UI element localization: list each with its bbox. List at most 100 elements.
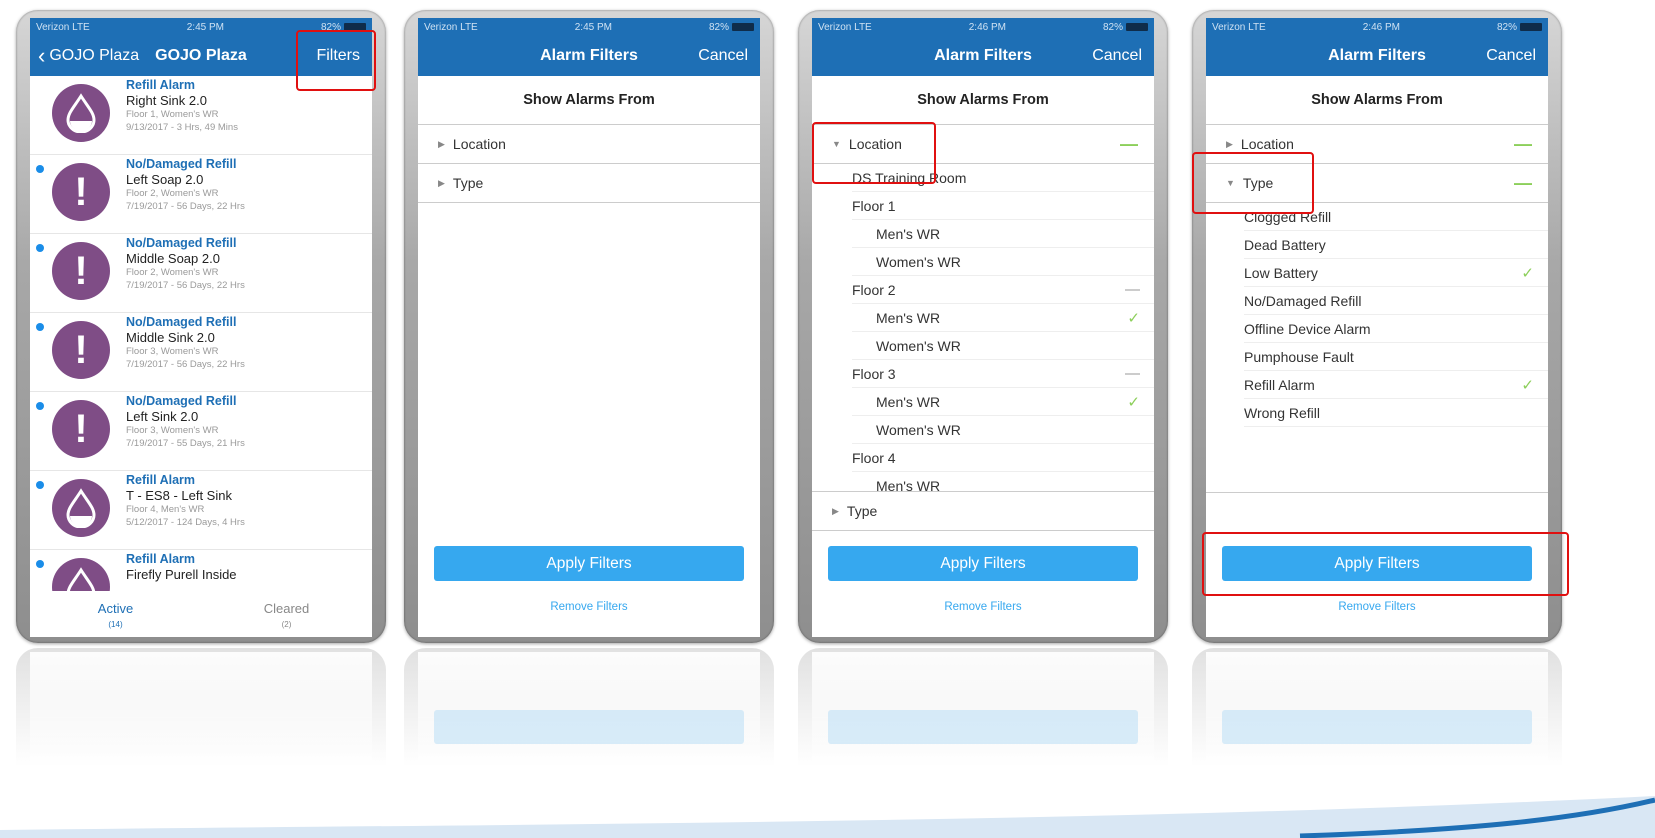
alarm-list-item[interactable]: ! No/Damaged Refill Middle Sink 2.0 Floor 3… <box>30 313 372 392</box>
nav-bar: Alarm Filters Cancel <box>812 36 1154 76</box>
unread-dot-icon <box>36 560 44 568</box>
alarm-time: 7/19/2017 - 55 Days, 21 Hrs <box>126 438 245 449</box>
nav-bar: Alarm Filters Cancel <box>418 36 760 76</box>
type-item-label: Offline Device Alarm <box>1244 320 1371 337</box>
device-name: Middle Sink 2.0 <box>126 330 215 345</box>
type-item[interactable]: Wrong Refill <box>1244 399 1548 427</box>
device-name: Left Sink 2.0 <box>126 409 199 424</box>
carrier-label: Verizon LTE <box>424 21 478 33</box>
location-item[interactable]: Women's WR <box>852 248 1154 276</box>
remove-filters-link[interactable]: Remove Filters <box>1206 601 1548 613</box>
page-title: GOJO Plaza <box>155 47 247 64</box>
type-label: Type <box>846 503 878 519</box>
tab-active-label: Active <box>97 601 134 616</box>
device-location: Floor 2, Women's WR <box>126 188 219 199</box>
status-bar: Verizon LTE 2:46 PM 82% <box>812 18 1154 36</box>
location-item[interactable]: Women's WR <box>852 332 1154 360</box>
location-item[interactable]: Floor 2 — <box>852 276 1154 304</box>
cancel-button[interactable]: Cancel <box>1486 47 1536 65</box>
location-section-toggle[interactable]: ▶ Location <box>418 125 760 164</box>
type-section-toggle[interactable]: ▶ Type <box>418 164 760 203</box>
type-item[interactable]: Low Battery ✓ <box>1244 259 1548 287</box>
device-location: Floor 3, Women's WR <box>126 346 219 357</box>
unread-dot-icon <box>36 244 44 252</box>
carrier-label: Verizon LTE <box>36 21 90 33</box>
time-label: 2:46 PM <box>1362 21 1400 33</box>
alarm-type: No/Damaged Refill <box>126 315 237 329</box>
alarm-type: No/Damaged Refill <box>126 236 237 250</box>
type-item[interactable]: Dead Battery <box>1244 231 1548 259</box>
alarm-type: No/Damaged Refill <box>126 394 237 408</box>
exclamation-icon: ! <box>52 242 110 300</box>
tab-cleared-count: (2) <box>281 620 292 629</box>
tab-cleared[interactable]: Cleared (2) <box>201 591 372 637</box>
type-item[interactable]: Offline Device Alarm <box>1244 315 1548 343</box>
location-item-label: Floor 4 <box>852 449 896 466</box>
divider <box>1206 492 1548 493</box>
phone-reflection <box>404 648 774 788</box>
type-item[interactable]: Refill Alarm ✓ <box>1244 371 1548 399</box>
type-item[interactable]: Pumphouse Fault <box>1244 343 1548 371</box>
location-item[interactable]: Men's WR ✓ <box>852 388 1154 416</box>
phone-reflection <box>16 648 386 788</box>
collapse-icon: — <box>1514 133 1532 154</box>
cancel-button[interactable]: Cancel <box>698 47 748 65</box>
device-location: Floor 1, Women's WR <box>126 109 219 120</box>
device-location: Floor 2, Women's WR <box>126 267 219 278</box>
location-item[interactable]: Men's WR <box>852 472 1154 492</box>
location-item[interactable]: Women's WR <box>852 416 1154 444</box>
apply-filters-button[interactable]: Apply Filters <box>828 546 1138 581</box>
alarm-list-item[interactable]: Refill Alarm T - ES8 - Left Sink Floor 4, … <box>30 471 372 550</box>
type-item[interactable]: No/Damaged Refill <box>1244 287 1548 315</box>
location-item[interactable]: Floor 4 <box>852 444 1154 472</box>
location-highlight-box <box>812 122 936 184</box>
exclamation-icon: ! <box>52 321 110 379</box>
tab-active[interactable]: Active (14) <box>30 591 201 637</box>
alarm-type: Refill Alarm <box>126 78 196 92</box>
alarm-type: Refill Alarm <box>126 552 196 566</box>
exclamation-icon: ! <box>52 163 110 221</box>
type-item-label: Pumphouse Fault <box>1244 348 1354 365</box>
location-item-label: Men's WR <box>876 309 941 326</box>
alarm-type: No/Damaged Refill <box>126 157 237 171</box>
battery-icon <box>1126 23 1148 31</box>
carrier-label: Verizon LTE <box>1212 21 1266 33</box>
partial-select-icon: — <box>1125 365 1140 382</box>
apply-highlight-box <box>1202 532 1569 596</box>
location-item-label: Women's WR <box>876 253 961 270</box>
location-item[interactable]: Floor 3 — <box>852 360 1154 388</box>
cancel-button[interactable]: Cancel <box>1092 47 1142 65</box>
unread-dot-icon <box>36 323 44 331</box>
checkmark-icon: ✓ <box>1127 309 1140 327</box>
location-item[interactable]: Floor 1 <box>852 192 1154 220</box>
remove-filters-link[interactable]: Remove Filters <box>418 601 760 613</box>
device-name: Middle Soap 2.0 <box>126 251 220 266</box>
triangle-right-icon: ▶ <box>438 177 445 188</box>
phone-filters-location: Verizon LTE 2:46 PM 82% Alarm Filters Ca… <box>798 10 1168 643</box>
device-name: Firefly Purell Inside <box>126 567 237 582</box>
checkmark-icon: ✓ <box>1127 393 1140 411</box>
location-item[interactable]: Men's WR ✓ <box>852 304 1154 332</box>
alarm-list-item[interactable]: ! No/Damaged Refill Middle Soap 2.0 Floor 2… <box>30 234 372 313</box>
alarm-list-item[interactable]: ! No/Damaged Refill Left Soap 2.0 Floor 2, … <box>30 155 372 234</box>
time-label: 2:46 PM <box>968 21 1006 33</box>
alarm-list-screen: Verizon LTE 2:45 PM 82% ‹ GOJO Plaza GOJO … <box>30 18 372 637</box>
triangle-right-icon: ▶ <box>438 138 445 149</box>
alarm-list: Refill Alarm Right Sink 2.0 Floor 1, Women… <box>30 76 372 629</box>
type-label: Type <box>452 175 484 191</box>
alarm-time: 5/12/2017 - 124 Days, 4 Hrs <box>126 517 245 528</box>
type-section-toggle[interactable]: ▶ Type <box>812 492 1154 531</box>
device-name: Left Soap 2.0 <box>126 172 204 187</box>
remove-filters-link[interactable]: Remove Filters <box>812 601 1154 613</box>
battery-label: 82% <box>1102 21 1123 33</box>
show-alarms-header: Show Alarms From <box>418 76 760 125</box>
unread-dot-icon <box>36 402 44 410</box>
alarm-list-item[interactable]: ! No/Damaged Refill Left Sink 2.0 Floor 3, … <box>30 392 372 471</box>
battery-icon <box>732 23 754 31</box>
unread-dot-icon <box>36 481 44 489</box>
back-button[interactable]: ‹ GOJO Plaza GOJO Plaza <box>38 43 247 69</box>
apply-filters-button[interactable]: Apply Filters <box>434 546 744 581</box>
location-item[interactable]: Men's WR <box>852 220 1154 248</box>
alarm-time: 9/13/2017 - 3 Hrs, 49 Mins <box>126 122 238 133</box>
type-item-label: Dead Battery <box>1244 236 1326 253</box>
